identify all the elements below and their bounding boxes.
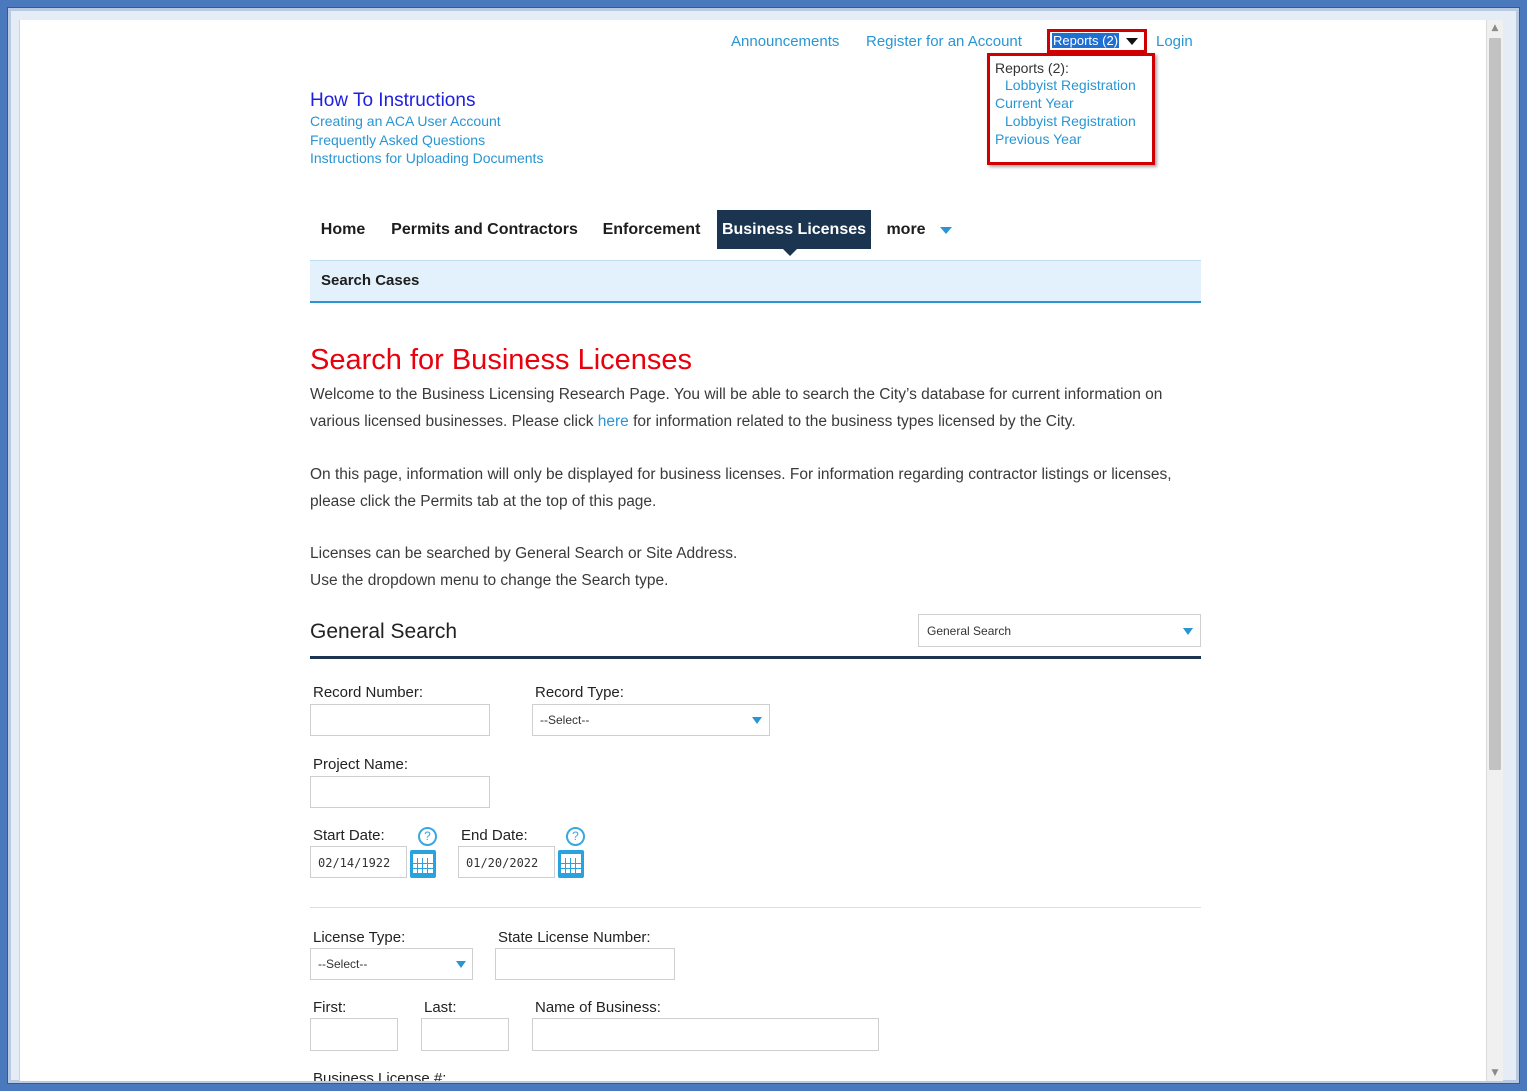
- reports-dropdown-panel: Reports (2): Lobbyist Registration Curre…: [987, 53, 1155, 165]
- sub-nav-bar: Search Cases: [310, 260, 1201, 303]
- caret-down-icon: [752, 717, 762, 724]
- tab-home[interactable]: Home: [310, 210, 376, 249]
- record-type-select[interactable]: --Select--: [532, 704, 770, 736]
- project-name-label: Project Name:: [313, 756, 409, 773]
- license-type-value: --Select--: [318, 957, 368, 971]
- state-license-number-label: State License Number:: [498, 929, 651, 946]
- last-name-input[interactable]: [421, 1018, 509, 1051]
- reports-dropdown-toggle[interactable]: Reports (2): [1047, 29, 1147, 53]
- section-title: General Search: [310, 620, 458, 643]
- project-name-input[interactable]: [310, 776, 490, 808]
- license-type-select[interactable]: --Select--: [310, 948, 473, 980]
- report-link-lobbyist-previous[interactable]: Lobbyist Registration Previous Year: [995, 112, 1147, 148]
- start-date-label: Start Date:: [313, 827, 385, 844]
- report-link-line2: Previous Year: [995, 131, 1082, 147]
- login-link[interactable]: Login: [1156, 33, 1193, 50]
- how-to-title: How To Instructions: [310, 90, 476, 111]
- record-type-value: --Select--: [540, 713, 590, 727]
- tab-more[interactable]: more: [878, 210, 934, 249]
- section-divider: [310, 656, 1201, 659]
- scroll-up-arrow-icon[interactable]: ▲: [1487, 20, 1503, 36]
- report-link-line1: Lobbyist Registration: [1005, 113, 1136, 129]
- end-date-label: End Date:: [461, 827, 528, 844]
- vertical-scrollbar[interactable]: ▲ ▼: [1486, 20, 1503, 1081]
- business-license-number-label: Business License #:: [313, 1070, 447, 1081]
- end-date-input[interactable]: 01/20/2022: [458, 846, 555, 878]
- report-link-line1: Lobbyist Registration: [1005, 77, 1136, 93]
- page-title: Search for Business Licenses: [310, 344, 693, 376]
- permits-note-paragraph: On this page, information will only be d…: [310, 466, 1172, 510]
- tab-enforcement[interactable]: Enforcement: [593, 210, 710, 249]
- scroll-down-arrow-icon[interactable]: ▼: [1487, 1065, 1503, 1081]
- subnav-search-cases[interactable]: Search Cases: [321, 272, 419, 289]
- help-icon[interactable]: ?: [418, 827, 437, 846]
- caret-down-icon: [1183, 628, 1193, 635]
- howto-link-upload-docs[interactable]: Instructions for Uploading Documents: [310, 149, 543, 168]
- main-nav: Home Permits and Contractors Enforcement…: [310, 210, 1201, 256]
- active-tab-pointer: [783, 249, 797, 256]
- search-help-line-2: Use the dropdown menu to change the Sear…: [310, 572, 669, 589]
- report-link-lobbyist-current[interactable]: Lobbyist Registration Current Year: [995, 76, 1147, 112]
- calendar-grid: [413, 854, 433, 873]
- business-name-label: Name of Business:: [535, 999, 661, 1016]
- howto-link-create-account[interactable]: Creating an ACA User Account: [310, 112, 543, 131]
- search-type-value: General Search: [927, 624, 1012, 638]
- intro-text-after: for information related to the business …: [628, 413, 1076, 430]
- register-account-link[interactable]: Register for an Account: [866, 33, 1022, 50]
- reports-toggle-label: Reports (2): [1052, 33, 1120, 48]
- report-link-line2: Current Year: [995, 95, 1074, 111]
- tab-permits-and-contractors[interactable]: Permits and Contractors: [386, 210, 583, 249]
- start-date-input[interactable]: 02/14/1922: [310, 846, 407, 878]
- form-divider: [310, 907, 1201, 908]
- scrollbar-thumb[interactable]: [1489, 38, 1501, 770]
- how-to-instructions: How To Instructions Creating an ACA User…: [310, 90, 543, 168]
- reports-panel-title: Reports (2):: [995, 60, 1069, 76]
- calendar-icon[interactable]: [558, 850, 584, 878]
- tab-business-licenses[interactable]: Business Licenses: [717, 210, 871, 249]
- record-number-input[interactable]: [310, 704, 490, 736]
- search-help-line-1: Licenses can be searched by General Sear…: [310, 545, 738, 562]
- announcements-link[interactable]: Announcements: [731, 33, 839, 50]
- caret-down-icon: [456, 961, 466, 968]
- first-name-label: First:: [313, 999, 347, 1016]
- search-type-select[interactable]: General Search: [918, 614, 1201, 647]
- intro-paragraph: Welcome to the Business Licensing Resear…: [310, 381, 1210, 435]
- state-license-number-input[interactable]: [495, 948, 675, 980]
- caret-down-icon: [1126, 38, 1138, 45]
- record-number-label: Record Number:: [313, 684, 424, 701]
- first-name-input[interactable]: [310, 1018, 398, 1051]
- calendar-icon[interactable]: [410, 850, 436, 878]
- business-name-input[interactable]: [532, 1018, 879, 1051]
- page-viewport: Announcements Register for an Account Re…: [19, 20, 1486, 1081]
- howto-link-faq[interactable]: Frequently Asked Questions: [310, 131, 543, 150]
- record-type-label: Record Type:: [535, 684, 624, 701]
- caret-down-icon[interactable]: [940, 227, 952, 234]
- license-type-label: License Type:: [313, 929, 406, 946]
- here-link[interactable]: here: [598, 413, 629, 430]
- help-icon[interactable]: ?: [566, 827, 585, 846]
- calendar-grid: [561, 854, 581, 873]
- last-name-label: Last:: [424, 999, 457, 1016]
